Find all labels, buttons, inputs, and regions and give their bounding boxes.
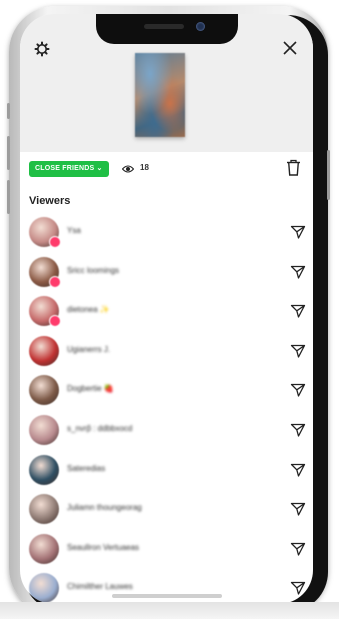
home-indicator xyxy=(112,594,222,598)
trash-icon[interactable] xyxy=(286,159,301,176)
avatar[interactable] xyxy=(29,335,59,366)
avatar[interactable] xyxy=(29,533,59,564)
viewer-row[interactable]: Seaullron Vertuaeas xyxy=(20,531,313,571)
viewer-row[interactable]: Juliamn thoungeorag xyxy=(20,491,313,531)
notch xyxy=(96,14,238,44)
viewer-name[interactable]: Sricc loomings xyxy=(67,266,119,275)
viewer-row[interactable]: Sateredias xyxy=(20,452,313,492)
viewer-name[interactable]: s_nvrp̃ : ddbbxocd xyxy=(67,424,132,433)
send-message-icon[interactable] xyxy=(290,422,306,438)
volume-up-button xyxy=(7,136,10,170)
avatar[interactable] xyxy=(29,573,59,604)
speaker xyxy=(144,24,184,29)
viewer-name[interactable]: Seaullron Vertuaeas xyxy=(67,543,139,552)
avatar[interactable] xyxy=(29,454,59,485)
avatar[interactable] xyxy=(29,415,59,445)
send-message-icon[interactable] xyxy=(290,501,306,517)
avatar[interactable] xyxy=(29,296,61,328)
close-friend-badge xyxy=(49,275,61,288)
send-message-icon[interactable] xyxy=(290,224,306,240)
viewer-row[interactable]: dietonea ✨ xyxy=(20,293,313,333)
power-button xyxy=(327,150,330,200)
view-count[interactable]: 18 xyxy=(140,163,149,172)
viewers-heading: Viewers xyxy=(29,195,71,207)
send-message-icon[interactable] xyxy=(290,343,306,359)
send-message-icon[interactable] xyxy=(290,541,306,557)
story-controls-bar: CLOSE FRIENDS ⌄ 18 xyxy=(20,152,313,186)
viewer-name[interactable]: Ysa xyxy=(67,226,81,235)
gear-icon[interactable] xyxy=(34,41,50,57)
avatar[interactable] xyxy=(29,375,59,406)
story-thumbnail[interactable] xyxy=(135,53,185,137)
close-friend-badge xyxy=(49,236,61,248)
send-message-icon[interactable] xyxy=(290,264,306,280)
viewer-name[interactable]: Dogbertie 🍓 xyxy=(67,384,114,393)
front-camera xyxy=(196,22,205,31)
volume-down-button xyxy=(7,180,10,214)
close-icon[interactable] xyxy=(282,40,298,56)
surface-reflection xyxy=(0,602,339,619)
viewer-name[interactable]: dietonea ✨ xyxy=(67,305,110,314)
viewer-row[interactable]: Dogbertie 🍓 xyxy=(20,372,313,412)
viewer-name[interactable]: Juliamn thoungeorag xyxy=(67,503,142,512)
send-message-icon[interactable] xyxy=(290,580,306,596)
viewer-row[interactable]: Ysa xyxy=(20,214,313,254)
avatar[interactable] xyxy=(29,217,61,248)
viewer-row[interactable]: Sricc loomings xyxy=(20,254,313,294)
send-message-icon[interactable] xyxy=(290,303,306,319)
close-friend-badge xyxy=(49,315,61,328)
send-message-icon[interactable] xyxy=(290,462,306,478)
viewer-row[interactable]: Chimilther Lauwes xyxy=(20,570,313,604)
viewer-name[interactable]: Chimilther Lauwes xyxy=(67,582,133,591)
avatar[interactable] xyxy=(29,494,59,525)
viewer-name[interactable]: Ugianerrs J. xyxy=(67,345,110,354)
silent-switch xyxy=(7,103,10,119)
viewer-name[interactable]: Sateredias xyxy=(67,464,105,473)
eye-icon xyxy=(122,165,134,173)
screen: CLOSE FRIENDS ⌄ 18 Viewers Ysa Sricc loom… xyxy=(20,14,313,604)
viewer-row[interactable]: s_nvrp̃ : ddbbxocd xyxy=(20,412,313,452)
send-message-icon[interactable] xyxy=(290,382,306,398)
avatar[interactable] xyxy=(29,256,61,288)
close-friends-button[interactable]: CLOSE FRIENDS ⌄ xyxy=(29,161,109,177)
viewer-row[interactable]: Ugianerrs J. xyxy=(20,333,313,373)
